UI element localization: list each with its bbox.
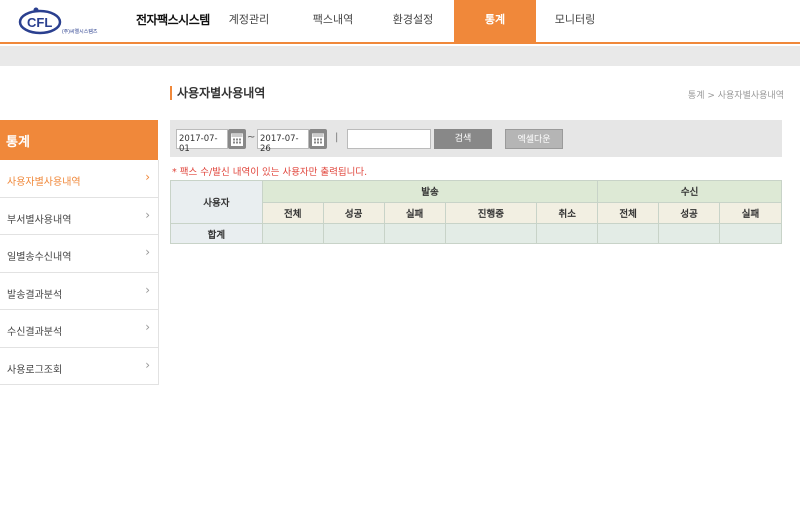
date-range-tilde: ~ [247, 132, 256, 143]
recv-header: 수신 [597, 180, 782, 203]
search-bar: 2017-07-01 ~ 2017-07-26 | 검색 엑셀다운 [170, 120, 782, 157]
chevron-right-icon: › [145, 245, 150, 259]
keyword-input[interactable] [347, 129, 431, 149]
total-cell [719, 223, 782, 244]
total-cell [383, 223, 446, 244]
sidebar-title: 통계 [0, 120, 158, 160]
notice-text: * 팩스 수/발신 내역이 있는 사용자만 출력됩니다. [172, 167, 368, 178]
system-title: 전자팩스시스템 [136, 13, 210, 27]
total-cell [261, 223, 324, 244]
recv-col-success: 성공 [658, 201, 720, 224]
total-cell [322, 223, 385, 244]
nav-fax-history[interactable]: 팩스내역 [292, 0, 374, 44]
sidebar-item-label: 부서별사용내역 [7, 214, 72, 226]
recv-col-total: 전체 [597, 201, 660, 224]
page-title: 사용자별사용내역 [170, 86, 265, 100]
send-col-total: 전체 [261, 201, 324, 224]
total-cell [658, 223, 720, 244]
search-button[interactable]: 검색 [434, 129, 492, 149]
sidebar-item-usage-log[interactable]: 사용로그조회 › [0, 348, 158, 385]
start-date-input[interactable]: 2017-07-01 [176, 129, 228, 154]
total-cell [536, 223, 599, 244]
nav-settings[interactable]: 환경설정 [372, 0, 454, 44]
send-col-cancel: 취소 [536, 201, 599, 224]
recv-col-fail: 실패 [719, 201, 782, 224]
total-cell [597, 223, 660, 244]
sidebar-item-recv-analysis[interactable]: 수신결과분석 › [0, 310, 158, 348]
sidebar-item-label: 일별송수신내역 [7, 252, 72, 263]
table-row: 합계 [170, 223, 782, 244]
breadcrumb: 통계 > 사용자별사용내역 [687, 91, 784, 101]
sidebar-item-label: 사용자별사용내역 [7, 177, 81, 188]
sidebar-item-daily-sendrecv[interactable]: 일별송수신내역 › [0, 235, 158, 273]
company-logo[interactable]: CFL (주)씨엘시스템즈 [18, 6, 118, 36]
nav-monitoring[interactable]: 모니터링 [534, 0, 616, 44]
header-band [0, 46, 800, 66]
sidebar-item-label: 사용로그조회 [7, 364, 63, 376]
total-cell [444, 223, 538, 244]
chevron-right-icon: › [145, 320, 150, 334]
send-col-success: 성공 [322, 201, 385, 224]
logo-text: CFL [27, 15, 52, 30]
end-date-input[interactable]: 2017-07-26 [257, 129, 309, 154]
chevron-right-icon: › [145, 207, 150, 222]
total-label: 합계 [170, 223, 263, 244]
nav-statistics[interactable]: 통계 [454, 0, 536, 44]
chevron-right-icon: › [145, 282, 150, 297]
chevron-right-icon: › [145, 170, 150, 184]
user-header: 사용자 [170, 180, 263, 224]
send-col-progress: 진행중 [444, 201, 538, 224]
calendar-icon[interactable] [309, 129, 327, 149]
sidebar-item-label: 수신결과분석 [7, 327, 63, 338]
sidebar-item-dept-usage[interactable]: 부서별사용내역 › [0, 198, 158, 235]
calendar-icon[interactable] [228, 129, 246, 149]
send-col-fail: 실패 [383, 201, 446, 224]
usage-table: 사용자 발송 수신 전체 성공 실패 진행중 취소 전체 성공 실패 합계 [170, 180, 782, 244]
logo-company: (주)씨엘시스템즈 [62, 28, 98, 35]
send-header: 발송 [261, 180, 599, 203]
top-header: CFL (주)씨엘시스템즈 전자팩스시스템 계정관리 팩스내역 환경설정 통계 … [0, 0, 800, 44]
nav-account[interactable]: 계정관리 [208, 0, 290, 44]
sidebar-item-send-analysis[interactable]: 발송결과분석 › [0, 273, 158, 310]
chevron-right-icon: › [145, 357, 150, 372]
excel-download-button[interactable]: 엑셀다운 [505, 129, 563, 149]
sidebar-menu: 사용자별사용내역 › 부서별사용내역 › 일별송수신내역 › 발송결과분석 › … [0, 160, 159, 385]
sidebar-item-label: 발송결과분석 [7, 289, 63, 301]
separator: | [335, 132, 339, 143]
sidebar-item-user-usage[interactable]: 사용자별사용내역 › [0, 160, 158, 198]
